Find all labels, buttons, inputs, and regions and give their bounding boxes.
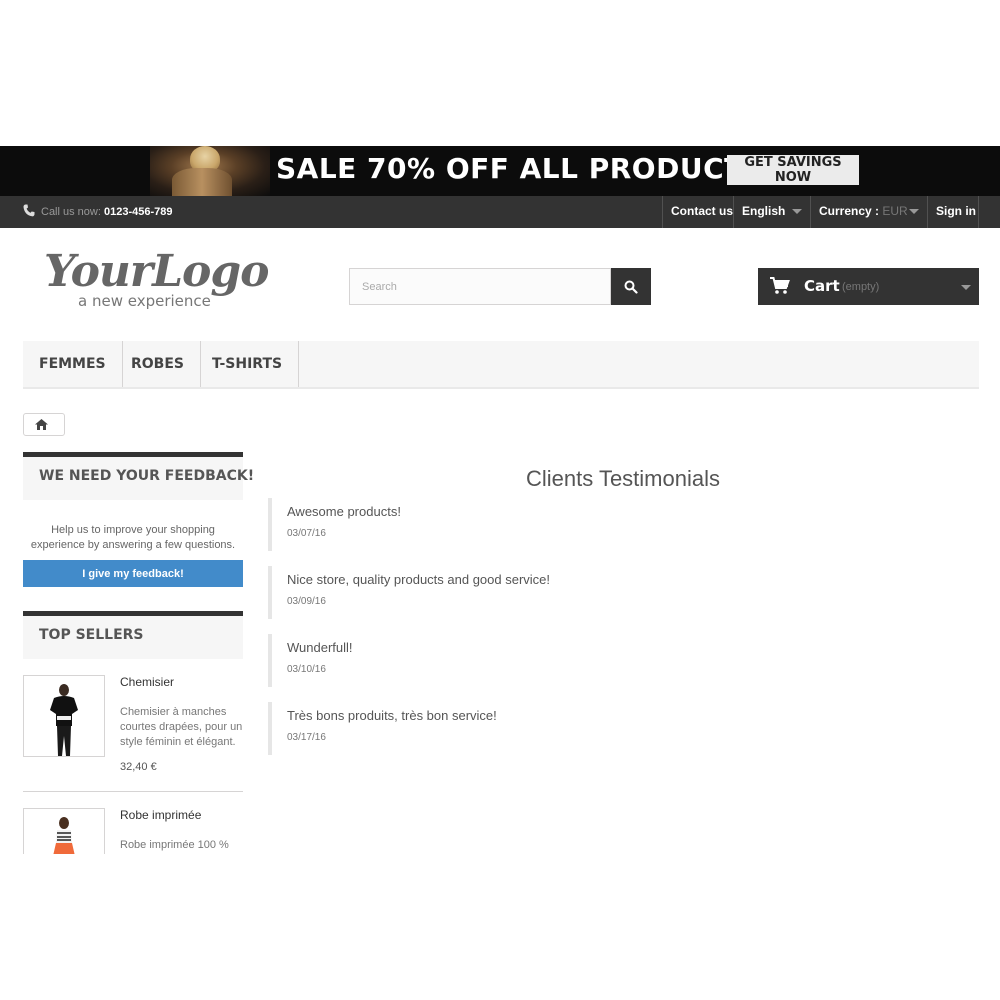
menu-item-robes[interactable]: ROBES <box>115 341 201 387</box>
shop-page: SALE 70% OFF ALL PRODUCTS GET SAVINGS NO… <box>0 146 1000 854</box>
currency-value: EUR <box>882 204 908 218</box>
promo-headline: SALE 70% OFF ALL PRODUCTS <box>276 152 765 185</box>
search-input[interactable] <box>349 268 611 305</box>
cart-icon <box>770 277 790 294</box>
language-selector[interactable]: English <box>733 196 810 228</box>
language-label: English <box>742 204 786 218</box>
product-description: Robe imprimée 100 % <box>120 839 229 851</box>
testimonial-item: Nice store, quality products and good se… <box>268 566 768 619</box>
site-logo[interactable]: YourLogo a new experience <box>44 246 284 316</box>
cart-status: (empty) <box>842 281 880 293</box>
list-item: Chemisier Chemisier à manches courtes dr… <box>23 675 243 775</box>
breadcrumb-home[interactable] <box>23 413 65 436</box>
product-image[interactable] <box>23 808 105 854</box>
testimonial-date: 03/17/16 <box>287 732 326 743</box>
contact-us-label: Contact us <box>671 204 734 218</box>
feedback-title: WE NEED YOUR FEEDBACK! <box>23 452 254 500</box>
top-nav-bar: Call us now: 0123-456-789 Contact us Eng… <box>0 196 1000 228</box>
testimonial-item: Très bons produits, très bon service! 03… <box>268 702 768 755</box>
home-icon <box>35 419 48 430</box>
testimonial-text: Wunderfull! <box>287 640 353 655</box>
testimonial-date: 03/07/16 <box>287 528 326 539</box>
product-name[interactable]: Robe imprimée <box>120 808 201 822</box>
get-savings-button[interactable]: GET SAVINGS NOW <box>727 155 859 185</box>
feedback-text: Help us to improve your shopping experie… <box>30 524 236 551</box>
top-sellers-title: TOP SELLERS <box>23 611 243 659</box>
logo-main-text: YourLogo <box>44 246 270 297</box>
phone-number: 0123-456-789 <box>103 206 173 218</box>
chevron-down-icon <box>961 285 971 290</box>
testimonial-date: 03/09/16 <box>287 596 326 607</box>
product-image[interactable] <box>23 675 105 757</box>
sign-in-link[interactable]: Sign in <box>927 196 979 228</box>
testimonial-item: Awesome products! 03/07/16 <box>268 498 768 551</box>
search-button[interactable] <box>611 268 651 305</box>
promo-model-image <box>150 146 270 196</box>
search-icon <box>624 280 638 294</box>
testimonial-item: Wunderfull! 03/10/16 <box>268 634 768 687</box>
give-feedback-button[interactable]: I give my feedback! <box>23 560 243 587</box>
cart-label: Cart <box>804 277 840 295</box>
contact-us-link[interactable]: Contact us <box>662 196 733 228</box>
chevron-down-icon <box>909 209 919 214</box>
menu-item-t-shirts[interactable]: T-SHIRTS <box>196 341 300 387</box>
chevron-down-icon <box>792 209 802 214</box>
menu-item-femmes[interactable]: FEMMES <box>23 341 123 387</box>
divider <box>23 791 243 792</box>
product-name[interactable]: Chemisier <box>120 675 174 689</box>
main-menu: FEMMES ROBES T-SHIRTS <box>23 341 979 389</box>
call-label: Call us now: <box>41 206 101 218</box>
promo-banner[interactable]: SALE 70% OFF ALL PRODUCTS GET SAVINGS NO… <box>0 146 1000 196</box>
testimonial-text: Nice store, quality products and good se… <box>287 572 551 587</box>
product-price: 32,40 € <box>120 761 157 773</box>
phone-info: Call us now: 0123-456-789 <box>23 204 173 218</box>
product-description: Chemisier à manches courtes drapées, pou… <box>120 706 243 748</box>
currency-label: Currency : <box>819 204 880 218</box>
testimonial-text: Awesome products! <box>287 504 401 519</box>
currency-selector[interactable]: Currency : EUR <box>810 196 927 228</box>
logo-tagline: a new experience <box>78 292 211 310</box>
testimonial-text: Très bons produits, très bon service! <box>287 708 497 723</box>
phone-icon <box>23 204 35 217</box>
list-item: Robe imprimée Robe imprimée 100 % <box>23 808 243 854</box>
page-title: Clients Testimonials <box>525 466 720 491</box>
sign-in-label: Sign in <box>936 204 976 218</box>
testimonial-date: 03/10/16 <box>287 664 326 675</box>
cart-button[interactable]: Cart (empty) <box>758 268 979 305</box>
